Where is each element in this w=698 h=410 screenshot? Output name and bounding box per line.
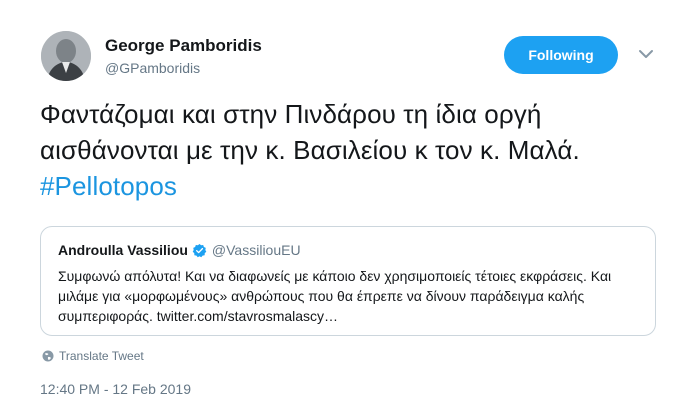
author-avatar[interactable] bbox=[41, 31, 91, 81]
author-handle[interactable]: @GPamboridis bbox=[105, 60, 200, 76]
following-button[interactable]: Following bbox=[504, 36, 618, 74]
profile-photo bbox=[41, 31, 91, 81]
quoted-tweet[interactable]: Androulla Vassiliou @VassiliouEU Συμφωνώ… bbox=[40, 226, 656, 336]
quoted-author-name: Androulla Vassiliou bbox=[58, 242, 188, 258]
tweet-body: Φαντάζομαι και στην Πινδάρου τη ίδια οργ… bbox=[40, 99, 580, 165]
tweet-timestamp[interactable]: 12:40 PM - 12 Feb 2019 bbox=[40, 381, 191, 397]
tweet-card: George Pamboridis @GPamboridis Following… bbox=[0, 0, 698, 410]
author-name[interactable]: George Pamboridis bbox=[105, 36, 262, 56]
quoted-author-handle: @VassiliouEU bbox=[211, 242, 301, 258]
translate-tweet-link[interactable]: Translate Tweet bbox=[42, 349, 144, 363]
translate-tweet-label: Translate Tweet bbox=[59, 349, 144, 363]
hashtag-link[interactable]: #Pellotopos bbox=[40, 171, 177, 201]
globe-icon bbox=[42, 350, 54, 362]
quoted-tweet-header: Androulla Vassiliou @VassiliouEU bbox=[58, 242, 301, 258]
verified-badge-icon bbox=[192, 243, 207, 257]
quoted-tweet-text: Συμφωνώ απόλυτα! Και να διαφωνείς με κάπ… bbox=[58, 268, 612, 324]
chevron-down-icon[interactable] bbox=[638, 48, 654, 60]
tweet-text: Φαντάζομαι και στην Πινδάρου τη ίδια οργ… bbox=[40, 96, 670, 204]
